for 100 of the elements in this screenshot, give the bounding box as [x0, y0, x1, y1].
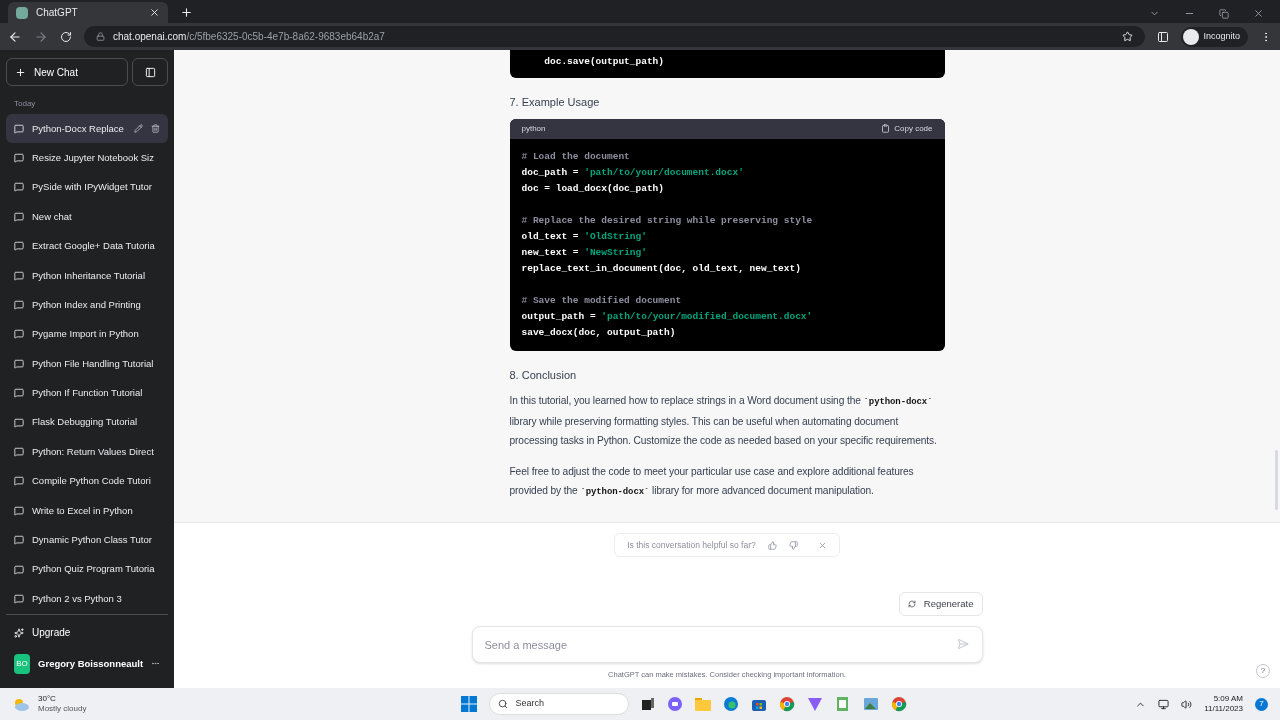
- code-language: python: [521, 122, 546, 135]
- weather-description: Mostly cloudy: [38, 704, 87, 714]
- task-view-icon[interactable]: [640, 697, 655, 711]
- url-text: chat.openai.com/c/5fbe6325-0c5b-4e7b-8a62-9683eb64b2a7: [113, 30, 385, 44]
- chat-bubble-icon: [14, 123, 24, 134]
- chat-bubble-icon: [14, 593, 24, 604]
- browser-tab[interactable]: ChatGPT: [8, 2, 168, 23]
- chrome-browser-icon[interactable]: [890, 696, 907, 712]
- conversation-item[interactable]: Extract Google+ Data Tutoria: [6, 231, 168, 261]
- code-line: doc.save(output_path): [543, 55, 665, 69]
- address-bar[interactable]: chat.openai.com/c/5fbe6325-0c5b-4e7b-8a62-9683eb64b2a7: [84, 26, 1146, 47]
- chat-bubble-icon: [14, 241, 24, 252]
- code-line: output_path = 'path/to/your/modified_document.docx': [521, 309, 813, 324]
- conversation-item[interactable]: Python: Return Values Direct: [6, 437, 168, 467]
- restore-icon[interactable]: [1219, 8, 1229, 19]
- forward-icon[interactable]: [34, 29, 48, 44]
- close-window-icon[interactable]: [1253, 8, 1264, 19]
- upgrade-item[interactable]: Upgrade: [6, 618, 168, 647]
- chat-bubble-icon: [14, 329, 24, 340]
- code-line: # Replace the desired string while preserving style: [521, 213, 813, 228]
- code-line: save_docx(doc, output_path): [521, 325, 676, 340]
- taskbar-search-field[interactable]: Search: [488, 693, 629, 715]
- close-icon[interactable]: [817, 540, 827, 550]
- conversation-item[interactable]: Python If Function Tutorial: [6, 378, 168, 408]
- side-panel-icon[interactable]: [1157, 30, 1170, 43]
- lock-icon: [96, 32, 105, 41]
- chat-bubble-icon: [14, 535, 24, 546]
- clipboard-icon: [881, 124, 891, 133]
- chat-bubble-icon: [14, 564, 24, 575]
- triangle-app-icon[interactable]: [806, 696, 823, 712]
- photo-app-icon[interactable]: [862, 696, 879, 712]
- conversation-item[interactable]: New chat: [6, 202, 168, 232]
- conversation-item[interactable]: Python 2 vs Python 3: [6, 584, 168, 614]
- chat-bubble-icon: [14, 358, 24, 369]
- chat-bubble-icon: [14, 153, 24, 164]
- conversation-item[interactable]: Python File Handling Tutorial: [6, 349, 168, 379]
- network-icon[interactable]: [1158, 698, 1170, 710]
- new-chat-button[interactable]: New Chat: [6, 58, 128, 86]
- volume-icon[interactable]: [1181, 698, 1193, 710]
- conversation-item[interactable]: Dynamic Python Class Tutor: [6, 525, 168, 555]
- chat-bubble-icon: [14, 270, 24, 281]
- windows-start-icon[interactable]: [460, 696, 477, 712]
- incognito-badge[interactable]: Incognito: [1181, 26, 1248, 47]
- conversation-item[interactable]: Pygame Import in Python: [6, 319, 168, 350]
- conversation-item[interactable]: Python-Docx Replace: [6, 114, 168, 144]
- conversation-item[interactable]: Python Index and Printing: [6, 290, 168, 320]
- tab-title: ChatGPT: [36, 6, 79, 20]
- chat-bubble-icon: [14, 417, 24, 428]
- plus-icon: [15, 66, 26, 78]
- chat-bubble-icon: [14, 211, 24, 222]
- chat-bubble-icon: [14, 182, 24, 193]
- conversation-item[interactable]: Flask Debugging Tutorial: [6, 407, 168, 438]
- chat-bubble-icon: [14, 476, 24, 487]
- code-line: doc = load_docx(doc_path): [521, 181, 665, 196]
- thumbs-down-icon[interactable]: [788, 540, 798, 550]
- close-tab-icon[interactable]: [149, 7, 160, 18]
- message-input[interactable]: Send a message: [471, 626, 983, 663]
- cloudy-weather-icon: [12, 697, 30, 711]
- clock-time: 5:09 AM: [1212, 694, 1243, 704]
- code-line: # Load the document: [521, 149, 630, 164]
- refresh-icon: [907, 600, 916, 608]
- chat-app-icon[interactable]: [666, 696, 683, 712]
- conversation-item[interactable]: Python Quiz Program Tutoria: [6, 554, 168, 585]
- code-line: replace_text_in_document(doc, old_text, new_text): [521, 261, 801, 276]
- conversation-item[interactable]: Python Inheritance Tutorial: [6, 260, 168, 291]
- code-line: old_text = 'OldString': [521, 229, 647, 244]
- thumbs-up-icon[interactable]: [767, 540, 777, 550]
- paragraph: In this tutorial, you learned how to replace strings in a Word document using the `python-docx` library while preserving formatting styles. This can be useful when automating document processing tasks in Python. Customize the code as needed based on your specific requirements.: [509, 394, 938, 448]
- search-icon: [497, 699, 508, 709]
- conversation-item[interactable]: Resize Jupyter Notebook Siz: [6, 143, 168, 173]
- weather-temperature: 30°C: [38, 694, 56, 704]
- section-heading: 8. Conclusion: [509, 367, 577, 383]
- bookmark-star-icon[interactable]: [1122, 31, 1134, 42]
- chrome-browser-icon[interactable]: [778, 696, 795, 712]
- notification-badge[interactable]: 7: [1255, 697, 1268, 711]
- back-icon[interactable]: [8, 29, 22, 44]
- conversation-item[interactable]: Compile Python Code Tutori: [6, 466, 168, 497]
- paragraph: Feel free to adjust the code to meet your particular use case and explore additional features provided by the `python-docx` library for more advanced document manipulation.: [509, 465, 915, 499]
- new-tab-icon[interactable]: [180, 6, 193, 19]
- section-heading: 7. Example Usage: [509, 95, 600, 110]
- conversation-item[interactable]: Write to Excel in Python: [6, 496, 168, 526]
- edge-browser-icon[interactable]: [722, 696, 739, 712]
- section-label: Today: [13, 98, 37, 110]
- code-line: # Save the modified document: [521, 293, 682, 308]
- toggle-sidebar-button[interactable]: [132, 58, 168, 86]
- sidebar-icon: [144, 66, 156, 78]
- code-line: doc_path = 'path/to/your/document.docx': [521, 165, 744, 180]
- regenerate-button[interactable]: Regenerate: [898, 592, 983, 616]
- reload-icon[interactable]: [60, 30, 72, 43]
- chat-bubble-icon: [14, 300, 24, 311]
- conversation-item[interactable]: PySide with IPyWidget Tutor: [6, 172, 168, 203]
- delete-icon[interactable]: [151, 124, 160, 134]
- edit-icon[interactable]: [134, 124, 143, 134]
- chat-bubble-icon: [14, 505, 24, 516]
- user-avatar: BO: [14, 653, 31, 674]
- sparkle-icon: [14, 627, 24, 638]
- feedback-bar: Is this conversation helpful so far?: [614, 533, 840, 557]
- copy-code-button[interactable]: Copy code: [881, 122, 933, 135]
- chat-bubble-icon: [14, 447, 24, 457]
- notepad-app-icon[interactable]: [834, 696, 851, 712]
